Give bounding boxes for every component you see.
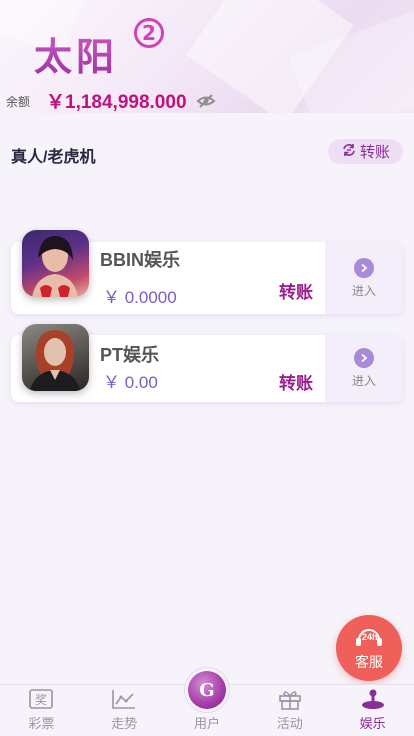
platform-card-bbin: BBIN娱乐 ￥ 0.0000 转账 进入 [11, 230, 403, 314]
platform-name: PT娱乐 [100, 345, 160, 365]
headset-24h-icon: 24h [354, 624, 384, 650]
nav-item-lottery[interactable]: 奖 彩票 [0, 685, 83, 736]
enter-game-button[interactable]: 进入 [325, 242, 403, 314]
joystick-icon [360, 687, 386, 711]
platform-card-pt: PT娱乐 ￥ 0.00 转账 进入 [11, 324, 403, 402]
svg-text:奖: 奖 [35, 693, 47, 707]
platform-name: BBIN娱乐 [100, 250, 180, 270]
gift-icon [277, 687, 303, 711]
cs-badge: 24h [362, 632, 378, 642]
nav-label: 彩票 [28, 716, 55, 731]
transfer-all-button[interactable]: 转账 [328, 139, 403, 164]
nav-item-entertainment[interactable]: 娱乐 [331, 685, 414, 736]
user-logo-icon: G [183, 667, 230, 713]
enter-label: 进入 [351, 283, 376, 298]
platform-transfer-link[interactable]: 转账 [279, 278, 313, 303]
platform-transfer-link[interactable]: 转账 [279, 369, 313, 394]
chevron-right-icon [354, 257, 374, 278]
nav-item-user[interactable]: G 用户 [166, 667, 249, 736]
customer-service-label: 客服 [355, 654, 383, 670]
nav-item-trend[interactable]: 走势 [83, 685, 166, 736]
enter-game-button[interactable]: 进入 [325, 335, 403, 402]
logo-badge: 2 [134, 18, 164, 48]
nav-item-activity[interactable]: 活动 [248, 685, 331, 736]
chevron-right-icon [354, 348, 374, 368]
platform-amount: ￥ 0.0000 [103, 288, 177, 307]
platform-amount: ￥ 0.00 [103, 373, 158, 392]
nav-label: 活动 [276, 716, 303, 731]
lottery-ticket-icon: 奖 [28, 687, 54, 711]
nav-label: 娱乐 [359, 716, 386, 731]
transfer-all-label: 转账 [359, 144, 390, 161]
nav-label: 用户 [193, 716, 220, 731]
hide-balance-eye-icon[interactable] [196, 91, 216, 111]
enter-label: 进入 [351, 374, 376, 388]
trend-chart-icon [111, 687, 137, 711]
balance-label: 余额 [6, 95, 31, 109]
refresh-icon [341, 142, 357, 162]
header-banner: 太阳 2 余额 ￥1,184,998.000 [0, 0, 414, 113]
app-logo: 太阳 [34, 26, 118, 81]
balance-value: ￥1,184,998.000 [46, 92, 187, 113]
section-title: 真人/老虎机 [11, 149, 96, 166]
pt-avatar [22, 324, 89, 391]
bbin-avatar [22, 230, 89, 297]
nav-label: 走势 [111, 716, 138, 731]
customer-service-button[interactable]: 24h 客服 [336, 615, 402, 681]
bottom-nav: 奖 彩票 走势 G 用户 活动 娱乐 [0, 667, 414, 736]
